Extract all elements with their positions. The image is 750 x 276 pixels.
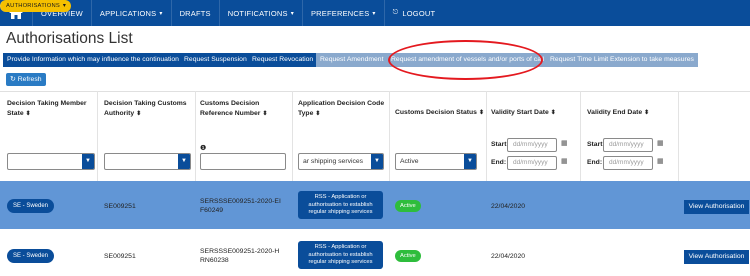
chevron-down-icon: ▼ <box>178 154 190 169</box>
sort-icon: ⬍ <box>550 110 556 116</box>
column-divider <box>195 91 196 181</box>
end-date-from-input[interactable]: dd/mm/yyyy <box>603 138 653 152</box>
column-divider <box>580 91 581 181</box>
decision-type-badge: RSS - Application or authorisation to es… <box>298 191 383 219</box>
authority-cell: SE009251 <box>104 203 136 210</box>
info-icon: ❶ <box>200 145 207 152</box>
code-type-filter-value: ar shipping services <box>303 158 364 165</box>
provide-information-button[interactable]: Provide Information which may influence … <box>3 53 183 67</box>
nav-drafts-label: DRAFTS <box>179 8 211 18</box>
caret-down-icon: ▾ <box>159 10 163 17</box>
column-divider <box>97 91 98 181</box>
view-authorisation-button[interactable]: View Authorisation <box>684 200 749 214</box>
sort-icon: ⬍ <box>262 111 268 117</box>
request-time-limit-extension-button[interactable]: Request Time Limit Extension to take mea… <box>546 53 698 67</box>
refresh-icon: ↻ <box>10 76 16 83</box>
caret-down-icon: ▾ <box>290 10 294 17</box>
nav-notifications[interactable]: NOTIFICATIONS ▾ <box>218 0 302 26</box>
nav-preferences[interactable]: PREFERENCES ▾ <box>301 0 384 26</box>
status-badge: Active <box>395 200 421 212</box>
sort-icon: ⬍ <box>644 110 650 116</box>
refresh-button[interactable]: ↻ Refresh <box>6 73 46 86</box>
page-title: Authorisations List <box>6 30 133 47</box>
authority-filter[interactable]: ▼ <box>104 153 191 170</box>
authority-cell: SE009251 <box>104 253 136 260</box>
calendar-icon[interactable]: ▦ <box>561 139 568 147</box>
column-divider <box>486 91 487 181</box>
code-type-filter[interactable]: ar shipping services ▼ <box>298 153 384 170</box>
nav-preferences-label: PREFERENCES <box>310 8 370 18</box>
table-row[interactable]: SE - Sweden SE009251 SERSSSE009251-2020-… <box>0 232 750 276</box>
status-filter[interactable]: Active ▼ <box>395 153 477 170</box>
decision-type-badge: RSS - Application or authorisation to es… <box>298 241 383 269</box>
start-date-from-input[interactable]: dd/mm/yyyy <box>507 138 557 152</box>
sort-icon: ⬍ <box>315 111 321 117</box>
page: OVERVIEW APPLICATIONS ▾ AUTHORISATIONS ▾ D… <box>0 0 750 276</box>
member-state-badge: SE - Sweden <box>7 249 55 263</box>
nav-applications[interactable]: APPLICATIONS ▾ <box>90 0 171 26</box>
table-row[interactable]: SE - Sweden SE009251 SERSSSE009251-2020-… <box>0 181 750 229</box>
view-authorisation-button[interactable]: View Authorisation <box>684 250 749 264</box>
reference-cell: SERSSSE009251-2020-EIF60249 <box>200 198 281 214</box>
nav-logout[interactable]: ⎋ LOGOUT <box>383 0 444 26</box>
sort-icon: ⬍ <box>136 111 142 117</box>
chevron-down-icon: ▼ <box>464 154 476 169</box>
logout-icon: ⎋ <box>392 9 399 16</box>
end-date-to-label: End: <box>587 159 603 166</box>
top-nav: OVERVIEW APPLICATIONS ▾ AUTHORISATIONS ▾ D… <box>0 0 750 26</box>
request-revocation-button[interactable]: Request Revocation <box>248 53 318 67</box>
calendar-icon[interactable]: ▦ <box>657 157 664 165</box>
member-state-filter[interactable]: ▼ <box>7 153 95 170</box>
column-header-member-state[interactable]: Decision Taking Member State ⬍ <box>7 99 95 119</box>
reference-filter[interactable] <box>200 153 286 170</box>
column-divider <box>678 91 679 181</box>
column-divider <box>292 91 293 181</box>
nav-authorisations-label: AUTHORISATIONS <box>6 3 60 9</box>
nav-drafts[interactable]: DRAFTS <box>170 0 219 26</box>
start-date-to-label: End: <box>491 159 507 166</box>
request-amendment-button[interactable]: Request Amendment <box>316 53 388 67</box>
chevron-down-icon: ▼ <box>371 154 383 169</box>
column-header-reference[interactable]: Customs Decision Reference Number ⬍ <box>200 99 290 119</box>
reference-cell: SERSSSE009251-2020-HRN60238 <box>200 248 280 264</box>
calendar-icon[interactable]: ▦ <box>561 157 568 165</box>
chevron-down-icon: ▼ <box>82 154 94 169</box>
nav-authorisations[interactable]: AUTHORISATIONS ▾ <box>0 0 72 12</box>
member-state-badge: SE - Sweden <box>7 199 55 213</box>
sort-icon: ⬍ <box>478 110 484 116</box>
end-date-to-input[interactable]: dd/mm/yyyy <box>603 156 653 170</box>
caret-down-icon: ▾ <box>62 3 67 9</box>
column-header-status[interactable]: Customs Decision Status ⬍ <box>395 108 485 118</box>
status-badge: Active <box>395 250 421 262</box>
start-date-cell: 22/04/2020 <box>491 203 526 210</box>
nav-applications-label: APPLICATIONS <box>99 8 157 18</box>
sort-icon: ⬍ <box>25 111 31 117</box>
column-divider <box>389 91 390 181</box>
nav-logout-label: LOGOUT <box>402 8 436 18</box>
refresh-label: Refresh <box>17 76 42 83</box>
column-header-authority[interactable]: Decision Taking Customs Authority ⬍ <box>104 99 192 119</box>
highlight-circle <box>388 40 543 80</box>
column-header-start-date[interactable]: Validity Start Date ⬍ <box>491 108 579 118</box>
column-header-code-type[interactable]: Application Decision Code Type ⬍ <box>298 99 386 119</box>
start-date-cell: 22/04/2020 <box>491 253 526 260</box>
column-header-end-date[interactable]: Validity End Date ⬍ <box>587 108 675 118</box>
status-filter-value: Active <box>400 158 419 165</box>
caret-down-icon: ▾ <box>372 10 376 17</box>
nav-notifications-label: NOTIFICATIONS <box>227 8 288 18</box>
request-suspension-button[interactable]: Request Suspension <box>180 53 251 67</box>
start-date-to-input[interactable]: dd/mm/yyyy <box>507 156 557 170</box>
calendar-icon[interactable]: ▦ <box>657 139 664 147</box>
